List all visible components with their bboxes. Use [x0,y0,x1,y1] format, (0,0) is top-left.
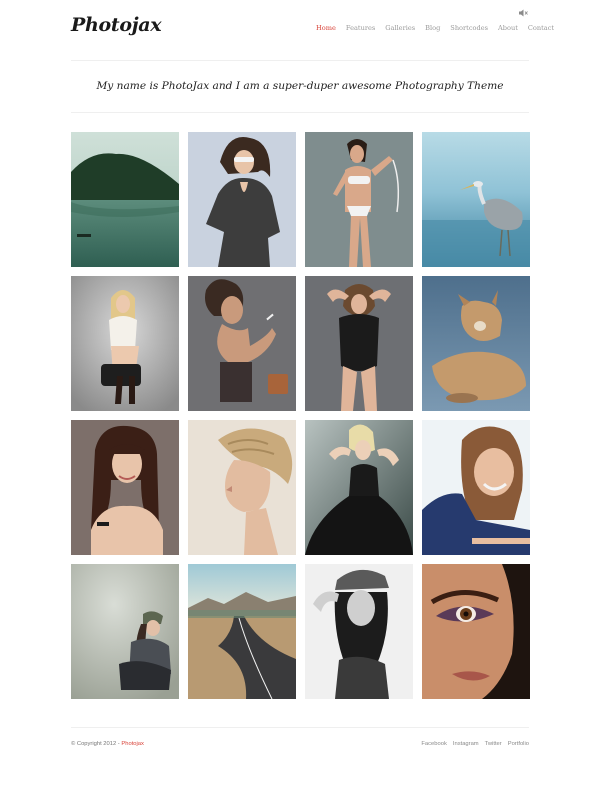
footer-link-facebook[interactable]: Facebook [421,741,446,747]
footer-brand-link[interactable]: Photojax [121,741,144,747]
nav-galleries[interactable]: Galleries [385,24,415,32]
nav-contact[interactable]: Contact [528,24,554,32]
photo-heron-in-water[interactable] [422,132,530,267]
photo-smiling-woman-navy-top[interactable] [422,420,530,555]
photo-brunette-woman-bangs[interactable] [71,420,179,555]
footer-divider [71,727,529,728]
photo-woman-sunglasses-dark-dress[interactable] [188,132,296,267]
main-nav: Home Features Galleries Blog Shortcodes … [316,24,554,32]
photo-eye-makeup-closeup[interactable] [422,564,530,699]
tagline-divider [71,112,529,113]
footer-link-portfolio[interactable]: Portfolio [508,741,529,747]
photo-grid [71,132,530,699]
nav-shortcodes[interactable]: Shortcodes [450,24,488,32]
photo-woman-white-bikini[interactable] [305,132,413,267]
site-logo[interactable]: Photojax [71,14,162,36]
page-tagline: My name is PhotoJax and I am a super-dup… [96,80,504,92]
nav-features[interactable]: Features [346,24,375,32]
site-header: Photojax Home Features Galleries Blog Sh… [0,0,600,60]
photo-woman-braided-hair-profile[interactable] [188,420,296,555]
nav-home[interactable]: Home [316,24,336,32]
footer-copyright: © Copyright 2012 - Photojax [71,741,144,747]
photo-lake-landscape[interactable] [71,132,179,267]
nav-about[interactable]: About [498,24,518,32]
photo-woman-sitting-cap[interactable] [71,564,179,699]
photo-woman-black-bodysuit[interactable] [305,276,413,411]
photo-cougar-lying[interactable] [422,276,530,411]
footer-link-instagram[interactable]: Instagram [453,741,479,747]
photo-woman-grey-cap-bw[interactable] [305,564,413,699]
photo-desert-road[interactable] [188,564,296,699]
footer-social-links: Facebook Instagram Twitter Portfolio [421,741,529,747]
header-divider [71,60,529,61]
photo-blonde-woman-black-gown[interactable] [305,420,413,555]
photo-blonde-woman-seated[interactable] [71,276,179,411]
photo-woman-with-cigarette[interactable] [188,276,296,411]
speaker-icon[interactable] [518,8,528,18]
footer-link-twitter[interactable]: Twitter [485,741,502,747]
copyright-text: © Copyright 2012 - [71,741,120,747]
nav-blog[interactable]: Blog [425,24,440,32]
